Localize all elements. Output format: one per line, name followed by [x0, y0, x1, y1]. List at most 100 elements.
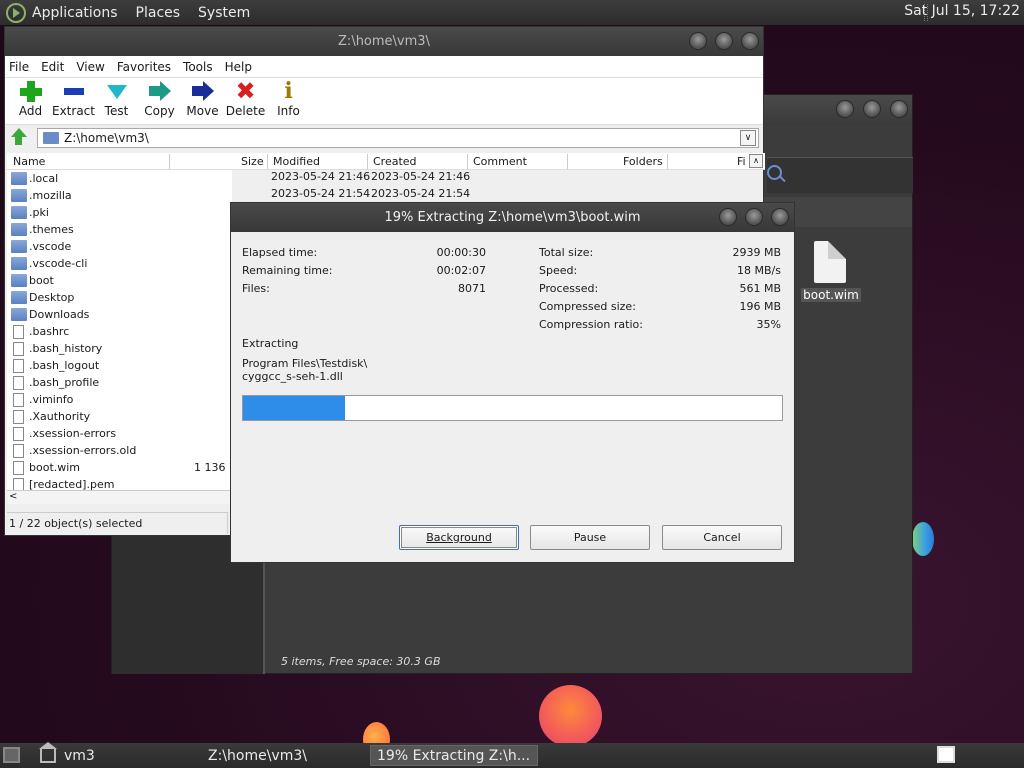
cancel-button[interactable]: Cancel — [662, 525, 782, 550]
file-name: .bash_logout — [29, 359, 100, 372]
file-label[interactable]: boot.wim — [801, 288, 861, 302]
list-item[interactable]: .vscode-cli — [7, 255, 232, 272]
close-button[interactable] — [741, 32, 759, 50]
menu-edit[interactable]: Edit — [41, 60, 64, 74]
info-button[interactable]: i Info — [267, 78, 310, 124]
list-item[interactable]: .Xauthority — [7, 408, 232, 425]
taskbar-item-label: 19% Extracting Z:\h... — [377, 747, 531, 764]
file-name: [redacted].pem — [29, 478, 115, 490]
chevron-down-icon[interactable]: ∨ — [740, 130, 756, 146]
list-item[interactable]: Downloads — [7, 306, 232, 323]
minimize-button[interactable] — [836, 100, 854, 118]
dialog-titlebar[interactable]: 19% Extracting Z:\home\vm3\boot.wim — [231, 203, 794, 232]
list-item[interactable]: .mozilla — [7, 187, 232, 204]
file-icon — [13, 325, 24, 339]
taskbar-item-label: Z:\home\vm3\ — [208, 747, 307, 764]
list-item[interactable]: .bash_logout — [7, 357, 232, 374]
list-item[interactable]: .xsession-errors — [7, 425, 232, 442]
cancel-button-label: Cancel — [703, 531, 741, 544]
test-button[interactable]: Test — [95, 78, 138, 124]
column-created[interactable]: Created — [373, 155, 417, 168]
list-item[interactable]: .local — [7, 170, 232, 187]
column-files[interactable]: Fi — [737, 155, 746, 168]
column-comment[interactable]: Comment — [473, 155, 527, 168]
list-item[interactable]: Desktop — [7, 289, 232, 306]
sevenzip-titlebar[interactable]: Z:\home\vm3\ — [5, 27, 763, 56]
address-field[interactable]: Z:\home\vm3\ ∨ — [37, 128, 759, 148]
column-modified[interactable]: Modified — [273, 155, 320, 168]
column-size[interactable]: Size — [241, 155, 264, 168]
pause-button[interactable]: Pause — [530, 525, 650, 550]
file-name: Downloads — [29, 308, 90, 321]
maximize-button[interactable] — [745, 208, 763, 226]
column-divider[interactable] — [367, 154, 368, 169]
list-item[interactable]: .xsession-errors.old — [7, 442, 232, 459]
list-item[interactable]: .pki — [7, 204, 232, 221]
column-divider[interactable] — [467, 154, 468, 169]
list-item[interactable]: .bashrc — [7, 323, 232, 340]
copy-button[interactable]: Copy — [138, 78, 181, 124]
list-item[interactable]: boot — [7, 272, 232, 289]
column-divider[interactable] — [667, 154, 668, 169]
column-divider[interactable] — [267, 154, 268, 169]
column-folders[interactable]: Folders — [623, 155, 663, 168]
add-button[interactable]: Add — [9, 78, 52, 124]
menu-applications[interactable]: Applications — [32, 5, 118, 21]
list-item[interactable]: .bash_profile — [7, 374, 232, 391]
menu-places[interactable]: Places — [136, 5, 181, 21]
horizontal-scrollbar[interactable]: < — [7, 490, 232, 504]
menu-favorites[interactable]: Favorites — [117, 60, 171, 74]
minimize-button[interactable] — [689, 32, 707, 50]
show-desktop-icon[interactable] — [3, 747, 20, 763]
close-button[interactable] — [890, 100, 908, 118]
folder-icon — [11, 240, 27, 253]
up-arrow-icon[interactable] — [9, 128, 27, 146]
column-divider[interactable] — [567, 154, 568, 169]
modified-column: 2023-05-24 21:46 2023-05-24 21:54 — [271, 170, 370, 204]
maximize-button[interactable] — [715, 32, 733, 50]
menu-view[interactable]: View — [76, 60, 104, 74]
taskbar-item-sevenzip[interactable]: 7z Z:\home\vm3\ — [202, 745, 367, 766]
search-icon[interactable] — [767, 165, 787, 185]
file-icon[interactable] — [814, 241, 846, 283]
taskbar-item-extract-dialog[interactable]: 7z 19% Extracting Z:\h... — [370, 745, 538, 766]
minimize-button[interactable] — [719, 208, 737, 226]
list-item[interactable]: [redacted].pem — [7, 476, 232, 490]
move-button[interactable]: Move — [181, 78, 224, 124]
delete-button[interactable]: ✖ Delete — [224, 78, 267, 124]
list-item[interactable]: .themes — [7, 221, 232, 238]
tray-window-icon[interactable] — [937, 746, 955, 763]
file-name: .local — [29, 172, 59, 185]
distro-logo-icon[interactable] — [6, 2, 26, 23]
info-icon: i — [284, 78, 293, 104]
home-folder-icon — [39, 741, 57, 763]
file-name: .mozilla — [29, 189, 72, 202]
remaining-time-label: Remaining time: — [242, 264, 333, 277]
maximize-button[interactable] — [863, 100, 881, 118]
scroll-up-button[interactable]: ∧ — [749, 154, 763, 168]
menu-tools[interactable]: Tools — [183, 60, 213, 74]
menu-file[interactable]: File — [9, 60, 29, 74]
list-item[interactable]: .vscode — [7, 238, 232, 255]
compressed-size-label: Compressed size: — [539, 300, 636, 313]
list-item[interactable]: boot.wim 1 136 7 — [7, 459, 232, 476]
column-name[interactable]: Name — [13, 155, 45, 168]
close-button[interactable] — [771, 208, 789, 226]
list-item[interactable]: .bash_history — [7, 340, 232, 357]
column-divider[interactable] — [169, 154, 170, 169]
current-file: cyggcc_s-seh-1.dll — [242, 370, 343, 383]
add-label: Add — [18, 104, 43, 118]
menu-system[interactable]: System — [198, 5, 250, 21]
taskbar-item-vm3[interactable]: vm3 — [34, 741, 199, 766]
list-item[interactable]: .viminfo — [7, 391, 232, 408]
folder-icon — [11, 189, 27, 202]
menu-help[interactable]: Help — [225, 60, 252, 74]
scroll-left-icon[interactable]: < — [9, 491, 17, 502]
background-button[interactable]: Background — [399, 525, 519, 550]
speed-value: 18 MB/s — [737, 264, 781, 277]
background-button-label: Background — [426, 531, 492, 544]
compression-ratio-label: Compression ratio: — [539, 318, 643, 331]
extract-button[interactable]: Extract — [52, 78, 95, 124]
file-name: .vscode — [29, 240, 72, 253]
clock[interactable]: Sat Jul 15, 17:22 — [904, 3, 1020, 19]
